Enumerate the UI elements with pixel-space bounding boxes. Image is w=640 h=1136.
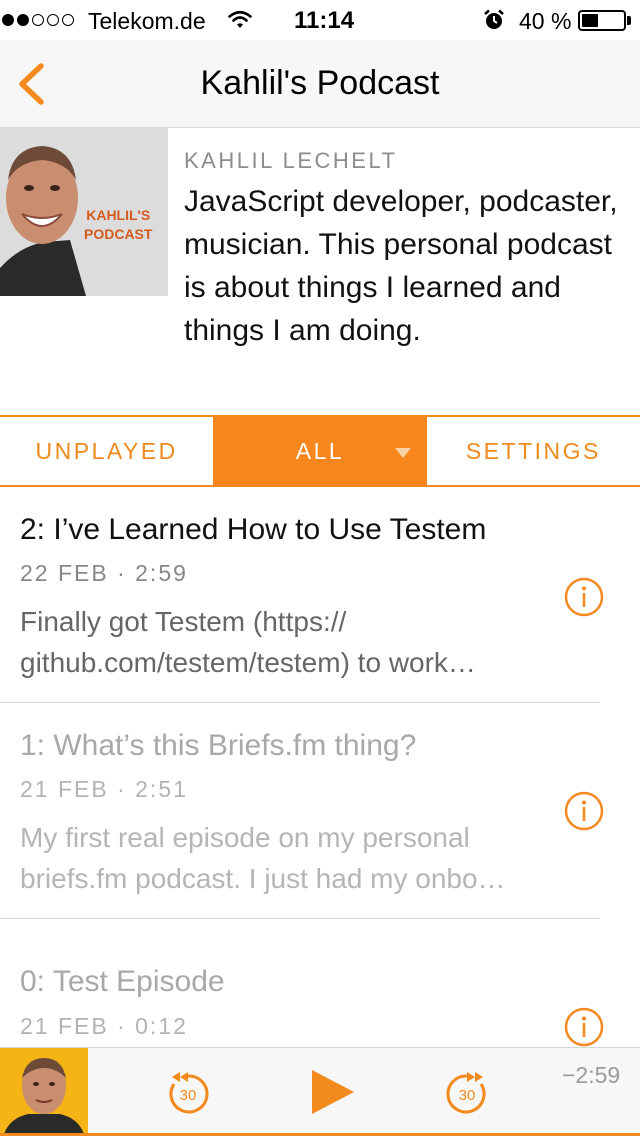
episode-row[interactable]: 2: I’ve Learned How to Use Testem 22 FEB… bbox=[0, 487, 640, 703]
tab-unplayed[interactable]: UNPLAYED bbox=[0, 417, 213, 485]
alarm-clock-icon bbox=[484, 9, 504, 29]
signal-strength-icon bbox=[2, 0, 74, 40]
play-icon[interactable] bbox=[308, 1068, 358, 1116]
episode-row[interactable]: 1: What’s this Briefs.fm thing? 21 FEB ·… bbox=[0, 703, 640, 919]
episode-date-duration: 21 FEB · 0:12 bbox=[20, 1013, 188, 1039]
battery-icon bbox=[578, 10, 626, 31]
podcast-author: KAHLIL LECHELT bbox=[184, 148, 398, 173]
info-icon[interactable] bbox=[564, 1007, 604, 1047]
page-title: Kahlil's Podcast bbox=[200, 64, 440, 102]
info-icon[interactable] bbox=[564, 577, 604, 617]
now-playing-artwork[interactable] bbox=[0, 1048, 88, 1134]
podcast-cover-art: KAHLIL'S PODCAST bbox=[0, 128, 168, 296]
cover-art-text: KAHLIL'S PODCAST bbox=[84, 207, 153, 242]
status-bar: Telekom.de 11:14 40 % bbox=[0, 0, 640, 40]
host-portrait-image bbox=[0, 1048, 88, 1134]
tab-all[interactable]: ALL bbox=[213, 417, 427, 485]
svg-text:30: 30 bbox=[180, 1087, 197, 1104]
status-time: 11:14 bbox=[294, 7, 355, 34]
time-remaining: −2:59 bbox=[562, 1062, 621, 1088]
episode-date-duration: 21 FEB · 2:51 bbox=[20, 776, 188, 802]
tab-settings[interactable]: SETTINGS bbox=[427, 417, 640, 485]
dropdown-caret-icon bbox=[394, 448, 411, 458]
episode-title: 2: I’ve Learned How to Use Testem bbox=[20, 513, 487, 546]
info-icon[interactable] bbox=[564, 791, 604, 831]
podcast-header: KAHLIL'S PODCAST KAHLIL LECHELT JavaScri… bbox=[0, 128, 640, 416]
wifi-icon bbox=[228, 10, 252, 28]
podcast-description: JavaScript developer, podcaster, musicia… bbox=[184, 185, 618, 347]
episode-title: 1: What’s this Briefs.fm thing? bbox=[20, 729, 417, 762]
episode-filter-tabs: UNPLAYED ALL SETTINGS bbox=[0, 415, 640, 487]
navigation-bar: Kahlil's Podcast bbox=[0, 40, 640, 128]
skip-forward-button[interactable]: 30 bbox=[443, 1068, 491, 1116]
carrier-name: Telekom.de bbox=[88, 8, 206, 34]
episode-title: 0: Test Episode bbox=[20, 965, 225, 998]
battery-percentage: 40 % bbox=[519, 8, 572, 34]
episode-date-duration: 22 FEB · 2:59 bbox=[20, 560, 188, 586]
skip-back-30-icon: 30 bbox=[169, 1072, 209, 1114]
episode-row[interactable]: 0: Test Episode 21 FEB · 0:12 bbox=[0, 919, 640, 1047]
episode-description: Finally got Testem (https:// github.com/… bbox=[20, 606, 476, 678]
mini-player: 30 30 −2:59 bbox=[0, 1047, 640, 1136]
skip-back-button[interactable]: 30 bbox=[164, 1068, 212, 1116]
skip-forward-30-icon: 30 bbox=[446, 1072, 486, 1114]
episode-description: My first real episode on my personal bri… bbox=[20, 822, 506, 894]
svg-text:30: 30 bbox=[459, 1087, 476, 1104]
